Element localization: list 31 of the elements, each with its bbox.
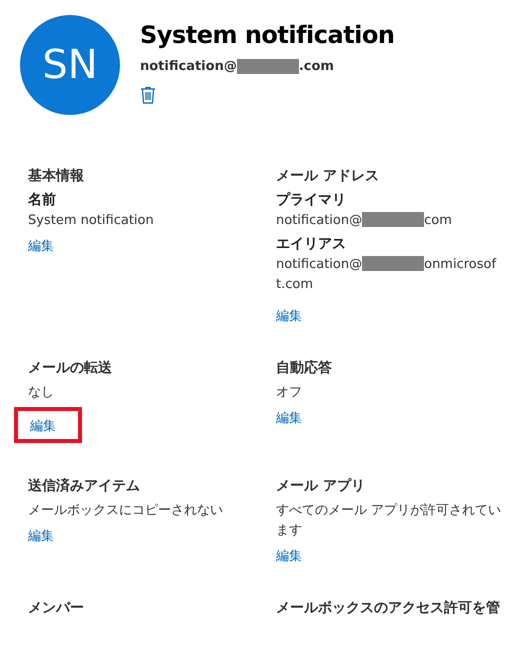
field-value: オフ [276,384,302,402]
redaction-bar [236,59,299,74]
section-heading: メール アドレス [276,167,379,185]
delete-icon[interactable] [140,86,156,104]
field-value: すべてのメール アプリが許可されています [276,502,502,540]
section-heading: 送信済みアイテム [28,477,140,495]
email-address: notification@ onmicrosoft.com [276,255,498,294]
field-label: 名前 [28,191,56,209]
email-address: notification@ com [276,211,452,230]
section-heading: メンバー [28,599,84,617]
edit-link[interactable]: 編集 [276,307,302,325]
section-heading: メールの転送 [28,359,112,377]
field-value: メールボックスにコピーされない [28,502,223,520]
display-name: System notification [140,21,394,49]
field-value: System notification [28,212,154,230]
edit-link[interactable]: 編集 [276,547,302,565]
edit-link[interactable]: 編集 [28,527,54,545]
edit-link[interactable]: 編集 [30,417,56,435]
edit-link[interactable]: 編集 [28,237,54,255]
field-label: プライマリ [276,191,346,209]
section-heading: 自動応答 [276,359,332,377]
redaction-bar [362,212,424,227]
section-heading: メールボックスのアクセス許可を管 [276,599,500,617]
field-value: なし [28,384,54,402]
edit-link[interactable]: 編集 [276,409,302,427]
field-label: エイリアス [276,235,346,253]
section-heading: メール アプリ [276,477,365,495]
avatar: SN [20,15,120,115]
email-address: notification@ .com [140,59,334,74]
redaction-bar [362,256,424,271]
section-heading: 基本情報 [28,167,84,185]
